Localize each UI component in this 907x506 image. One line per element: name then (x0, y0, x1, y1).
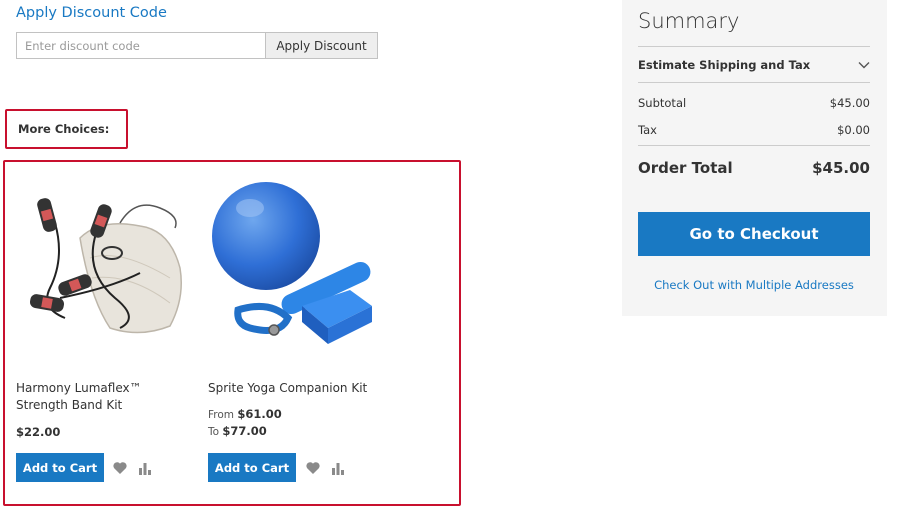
heart-icon[interactable] (305, 460, 321, 476)
shipping-label: Estimate Shipping and Tax (638, 57, 811, 72)
price-from: From $61.00 (208, 407, 282, 421)
tax-label: Tax (638, 123, 657, 137)
price-from-value: $61.00 (237, 407, 282, 421)
multiple-addresses-link[interactable]: Check Out with Multiple Addresses (638, 278, 870, 292)
yoga-companion-kit-image[interactable] (210, 178, 382, 348)
price-from-label: From (208, 409, 235, 421)
order-total-row: Order Total $45.00 (638, 159, 870, 177)
add-to-cart-button[interactable]: Add to Cart (16, 453, 104, 482)
tax-value: $0.00 (837, 123, 870, 137)
chevron-down-icon (858, 61, 870, 68)
discount-form: Apply Discount (16, 32, 378, 59)
bar-chart-icon[interactable] (137, 460, 153, 476)
tax-row: Tax $0.00 (638, 123, 870, 137)
subtotal-value: $45.00 (829, 96, 870, 110)
apply-discount-button[interactable]: Apply Discount (265, 32, 378, 59)
strength-band-kit-image[interactable] (20, 178, 192, 348)
order-total-label: Order Total (638, 159, 733, 177)
order-total-value: $45.00 (812, 159, 870, 177)
product-name[interactable]: Sprite Yoga Companion Kit (208, 380, 388, 397)
divider (638, 82, 870, 83)
discount-code-input[interactable] (16, 32, 265, 59)
price-to: To $77.00 (208, 424, 267, 438)
more-choices-label: More Choices: (18, 122, 110, 136)
cart-page: Apply Discount Code Apply Discount More … (0, 0, 907, 506)
price-to-value: $77.00 (222, 424, 267, 438)
divider (638, 145, 870, 146)
go-to-checkout-button[interactable]: Go to Checkout (638, 212, 870, 256)
price-to-label: To (208, 426, 220, 438)
add-to-cart-button[interactable]: Add to Cart (208, 453, 296, 482)
bar-chart-icon[interactable] (330, 460, 346, 476)
more-choices-header: More Choices: (5, 109, 128, 149)
more-choices-products: Harmony Lumaflex™ Strength Band Kit $22.… (3, 160, 461, 506)
summary-title: Summary (638, 9, 740, 33)
apply-discount-toggle[interactable]: Apply Discount Code (16, 5, 167, 21)
heart-icon[interactable] (112, 460, 128, 476)
product-name[interactable]: Harmony Lumaflex™ Strength Band Kit (16, 380, 196, 414)
subtotal-row: Subtotal $45.00 (638, 96, 870, 110)
product-price: $22.00 (16, 425, 61, 439)
subtotal-label: Subtotal (638, 96, 687, 110)
order-summary: Summary Estimate Shipping and Tax Subtot… (622, 0, 887, 316)
estimate-shipping-toggle[interactable]: Estimate Shipping and Tax (638, 47, 870, 82)
